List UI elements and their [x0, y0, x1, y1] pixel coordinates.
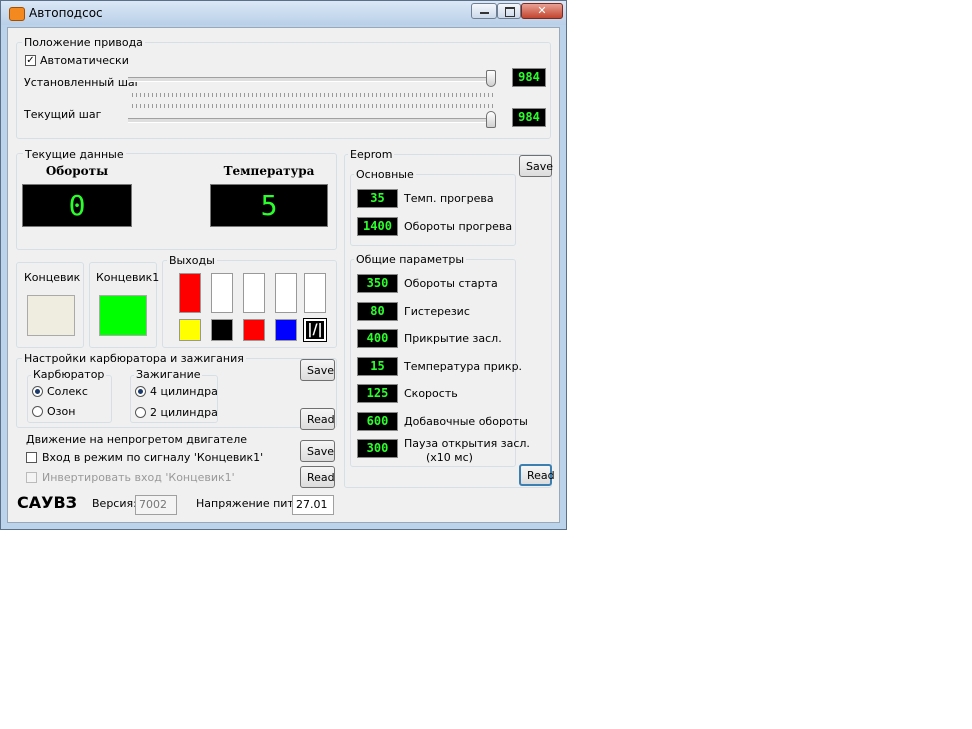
carb-save-button[interactable]: Save	[300, 359, 335, 381]
general-param-label-3: Прикрытие засл.	[404, 332, 502, 345]
general-param-label-7-unit: (x10 мс)	[426, 451, 473, 464]
general-param-value-6[interactable]: 600	[357, 411, 398, 431]
auto-label: Автоматически	[40, 54, 129, 67]
cold-engine-label: Движение на непрогретом двигателе	[24, 433, 249, 446]
output-color-4	[275, 319, 297, 341]
carb-settings-label: Настройки карбюратора и зажигания	[22, 352, 246, 365]
ignition-label: Зажигание	[134, 368, 203, 381]
eeprom-save-button[interactable]: Save	[519, 155, 553, 177]
basic-params-label: Основные	[354, 168, 416, 181]
cur-step-ticks	[132, 104, 494, 108]
minimize-icon	[480, 12, 489, 14]
close-button[interactable]: ✕	[521, 3, 563, 19]
general-param-value-5[interactable]: 125	[357, 384, 398, 403]
current-group-label: Текущие данные	[23, 148, 126, 161]
window-title: Автоподсос	[29, 6, 103, 20]
auto-checkbox[interactable]: ✓	[25, 55, 36, 66]
cur-step-display: 984	[512, 108, 546, 127]
set-step-slider[interactable]	[486, 70, 496, 87]
basic-param-value-2[interactable]: 1400	[357, 217, 398, 236]
general-param-value-1[interactable]: 350	[357, 274, 398, 293]
output-color-3	[243, 319, 265, 341]
switch2-label: Концевик1	[96, 271, 160, 284]
ign-4cyl-radio[interactable]	[135, 386, 146, 397]
version-label: Версия:	[92, 497, 137, 510]
drive-group-label: Положение привода	[22, 36, 145, 49]
eeprom-read-button[interactable]: Read	[519, 464, 555, 486]
carb-solex-radio[interactable]	[32, 386, 43, 397]
rpm-display: 0	[22, 184, 132, 227]
general-params-label: Общие параметры	[354, 253, 467, 266]
general-param-label-5: Скорость	[404, 387, 458, 400]
output-color-1	[179, 319, 201, 341]
basic-param-label-2: Обороты прогрева	[404, 220, 513, 233]
temp-display: 5	[210, 184, 328, 227]
switch1-label: Концевик	[24, 271, 81, 284]
switch1-indicator	[27, 295, 75, 336]
general-param-value-4[interactable]: 15	[357, 356, 398, 376]
temp-label: Температура	[223, 164, 315, 178]
rpm-label: Обороты	[45, 164, 109, 178]
general-param-label-2: Гистерезис	[404, 304, 470, 318]
cur-step-slider[interactable]	[486, 111, 496, 128]
voltage-label: Напряжение пит.:	[196, 497, 302, 510]
enter-mode-checkbox[interactable]	[26, 452, 37, 463]
output-indicator-4	[275, 273, 297, 313]
app-icon	[9, 7, 25, 21]
cold-read-button[interactable]: Read	[300, 466, 335, 488]
ign-2cyl-label: 2 цилиндра	[150, 406, 218, 419]
output-indicator-2	[211, 273, 233, 313]
ign-2cyl-radio[interactable]	[135, 407, 146, 418]
eeprom-label: Eeprom	[348, 148, 395, 161]
cold-save-button[interactable]: Save	[300, 440, 335, 462]
carb-solex-label: Солекс	[47, 385, 88, 398]
switch2-indicator	[99, 295, 147, 336]
slash-sign-icon: |/|	[303, 318, 327, 342]
invert-input-checkbox[interactable]	[26, 472, 37, 483]
set-step-label: Установленный шаг	[24, 76, 141, 89]
general-param-value-2[interactable]: 80	[357, 301, 398, 321]
version-field: 7002	[135, 495, 177, 515]
general-param-label-6: Добавочные обороты	[404, 414, 528, 428]
maximize-icon	[505, 7, 515, 17]
carb-ozon-radio[interactable]	[32, 406, 43, 417]
carb-type-label: Карбюратор	[31, 368, 107, 381]
ign-4cyl-label: 4 цилиндра	[150, 385, 218, 398]
set-step-track	[128, 77, 496, 82]
general-param-value-3[interactable]: 400	[357, 329, 398, 348]
basic-param-label-1: Темп. прогрева	[404, 192, 494, 205]
carb-read-button[interactable]: Read	[300, 408, 335, 430]
basic-param-value-1[interactable]: 35	[357, 189, 398, 208]
brand-label: САУВЗ	[17, 493, 78, 512]
invert-input-label: Инвертировать вход 'Концевик1'	[42, 471, 235, 484]
general-param-value-7[interactable]: 300	[357, 439, 398, 458]
set-step-ticks	[132, 93, 494, 97]
minimize-button[interactable]	[471, 3, 497, 19]
enter-mode-label: Вход в режим по сигналу 'Концевик1'	[42, 451, 264, 464]
general-param-label-4: Температура прикр.	[404, 359, 523, 373]
title-bar[interactable]: Автоподсос ✕	[1, 1, 566, 25]
output-indicator-5	[304, 273, 326, 313]
close-icon: ✕	[537, 4, 547, 17]
general-param-label-7: Пауза открытия засл.	[404, 437, 530, 450]
voltage-field: 27.01	[292, 495, 334, 515]
output-indicator-1	[179, 273, 201, 313]
outputs-group-label: Выходы	[167, 254, 217, 267]
general-param-label-1: Обороты старта	[404, 277, 498, 290]
maximize-button[interactable]	[497, 3, 521, 19]
cur-step-track	[128, 118, 496, 123]
output-indicator-3	[243, 273, 265, 313]
carb-ozon-label: Озон	[47, 405, 76, 418]
output-color-2	[211, 319, 233, 341]
set-step-display: 984	[512, 68, 546, 87]
cur-step-label: Текущий шаг	[24, 108, 102, 121]
